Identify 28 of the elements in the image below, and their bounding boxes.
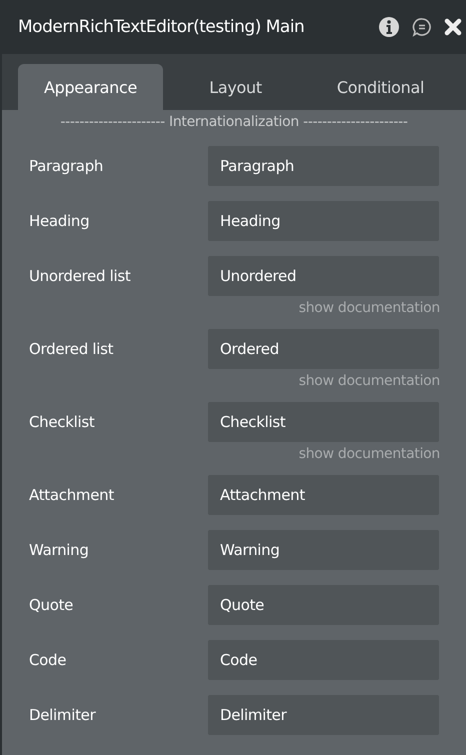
input-field[interactable]: Delimiter [208, 695, 439, 735]
field-label: Warning [29, 541, 90, 559]
tab[interactable]: Layout [163, 64, 308, 110]
section-header: ---------------------- Internationalization ---------------------- [59, 113, 409, 130]
input-field[interactable]: Warning [208, 530, 439, 570]
input-field[interactable]: Paragraph [208, 146, 439, 186]
input-field[interactable]: Code [208, 640, 439, 680]
close-icon[interactable] [444, 18, 462, 36]
chat-icon[interactable] [412, 17, 432, 37]
tab[interactable]: Appearance [18, 64, 163, 110]
field-label: Ordered list [29, 340, 114, 358]
info-icon[interactable] [378, 16, 400, 38]
input-field[interactable]: Checklist [208, 402, 439, 442]
field-label: Heading [29, 212, 90, 230]
field-label: Paragraph [29, 157, 104, 175]
field-label: Unordered list [29, 267, 132, 285]
window-title: ModernRichTextEditor(testing) Main [18, 17, 306, 37]
field-label: Delimiter [29, 706, 97, 724]
input-field[interactable]: Ordered [208, 329, 439, 369]
field-label: Checklist [29, 413, 96, 431]
input-field[interactable]: Quote [208, 585, 439, 625]
tab[interactable]: Conditional [308, 64, 453, 110]
input-field[interactable]: Unordered [208, 256, 439, 296]
field-label: Attachment [29, 486, 115, 504]
field-label: Code [29, 651, 68, 669]
input-field[interactable]: Heading [208, 201, 439, 241]
field-label: Quote [29, 596, 74, 614]
input-field[interactable]: Attachment [208, 475, 439, 515]
